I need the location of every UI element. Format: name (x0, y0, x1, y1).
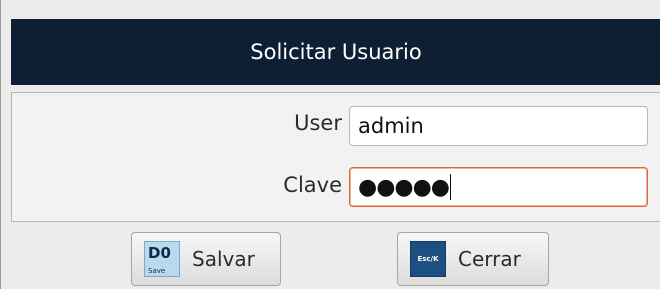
save-shortcut-icon: D0 Save (144, 241, 180, 277)
password-masked-value: ●●●●● (358, 174, 450, 200)
login-dialog: Solicitar Usuario User admin Clave ●●●●●… (0, 0, 660, 289)
dialog-title: Solicitar Usuario (250, 40, 422, 64)
password-input[interactable]: ●●●●● (349, 167, 648, 207)
user-input-value: admin (358, 114, 424, 138)
save-button-label: Salvar (192, 247, 255, 271)
dialog-titlebar: Solicitar Usuario (11, 19, 660, 85)
close-button-label: Cerrar (458, 247, 521, 271)
save-button[interactable]: D0 Save Salvar (131, 232, 281, 286)
credentials-form: User admin Clave ●●●●● (11, 92, 660, 222)
text-caret (449, 174, 452, 200)
user-label: User (294, 111, 342, 135)
clave-label: Clave (283, 173, 342, 197)
user-input[interactable]: admin (349, 106, 648, 146)
escape-shortcut-icon: Esc/K (410, 241, 446, 277)
close-button[interactable]: Esc/K Cerrar (397, 232, 549, 286)
